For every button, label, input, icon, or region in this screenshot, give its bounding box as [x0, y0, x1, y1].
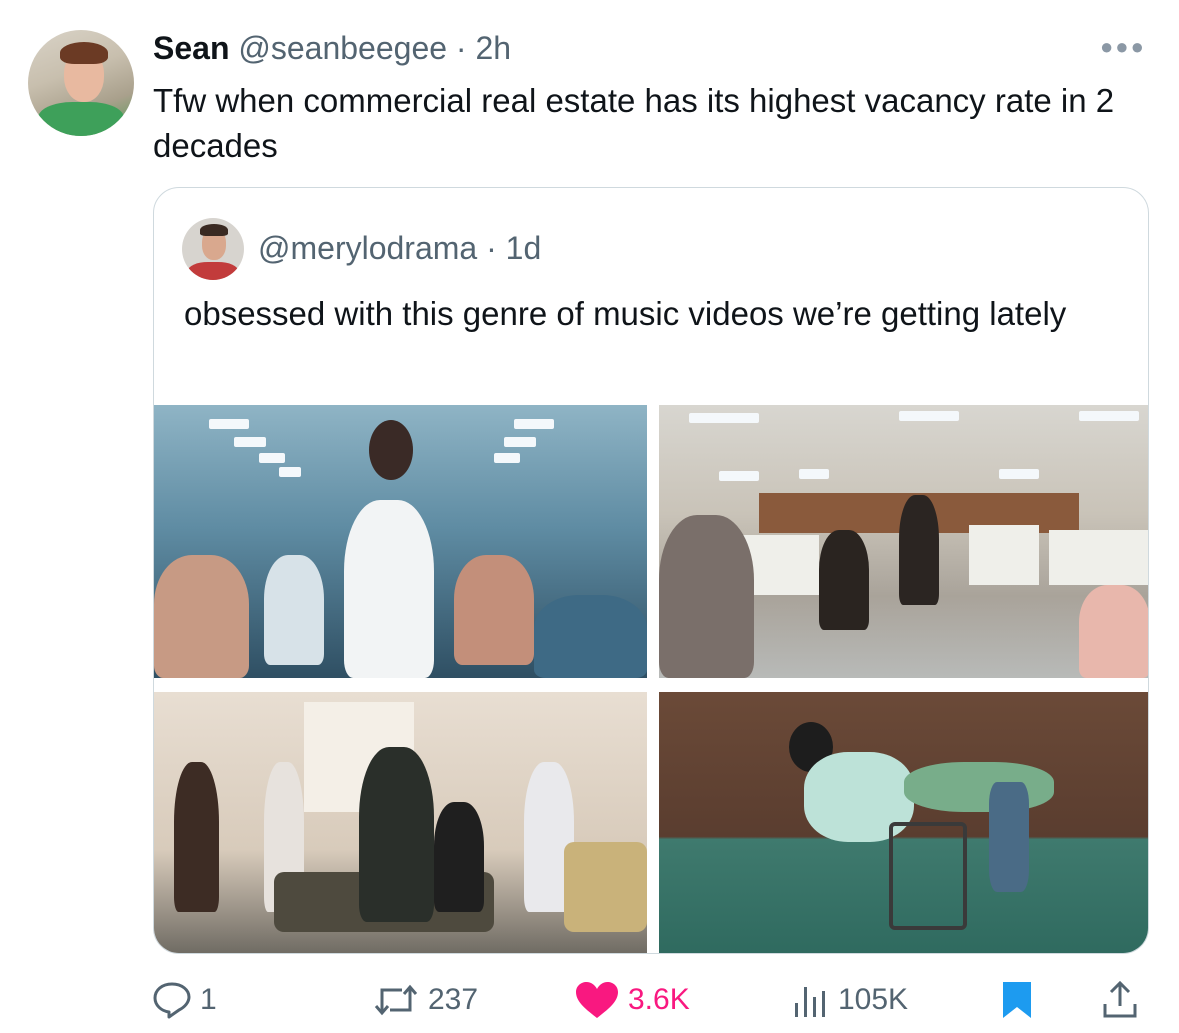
quoted-author-avatar[interactable]	[182, 218, 244, 280]
worker-figure	[659, 515, 754, 678]
ceiling-light	[209, 419, 249, 429]
dancer-figure	[264, 555, 324, 665]
like-count: 3.6K	[628, 983, 690, 1016]
like-button[interactable]: 3.6K	[574, 970, 690, 1030]
tweet-text: Tfw when commercial real estate has its …	[153, 82, 1115, 164]
bookmark-icon	[1003, 982, 1031, 1018]
media-image-4[interactable]	[659, 692, 1148, 953]
person-figure	[434, 802, 484, 912]
avatar-hair-shape	[60, 42, 108, 64]
views-count: 105K	[838, 983, 909, 1016]
tweet-header: Sean @seanbeegee · 2h	[153, 30, 511, 66]
heart-icon	[576, 982, 618, 1018]
ceiling-light	[799, 469, 829, 479]
quoted-tweet-text: obsessed with this genre of music videos…	[184, 295, 1067, 332]
ceiling-light	[1079, 411, 1139, 421]
person-figure	[174, 762, 219, 912]
ceiling-light	[689, 413, 759, 423]
lead-dancer-head	[369, 420, 413, 480]
cubicle-desk	[1049, 530, 1148, 585]
dancer-figure	[454, 555, 534, 665]
ceiling-light	[259, 453, 285, 463]
armchair	[564, 842, 647, 932]
worker-figure	[819, 530, 869, 630]
person-socks	[989, 782, 1029, 892]
cubicle-desk	[969, 525, 1039, 585]
bookmark-button[interactable]	[1000, 970, 1034, 1030]
ceiling-light	[899, 411, 959, 421]
ceiling-light	[279, 467, 301, 477]
media-image-1[interactable]	[154, 405, 647, 678]
lead-performer-figure	[359, 747, 434, 922]
share-button[interactable]	[1100, 970, 1140, 1030]
retweet-button[interactable]: 237	[372, 970, 478, 1030]
ceiling-light	[494, 453, 520, 463]
walking-figure	[899, 495, 939, 605]
reply-icon	[153, 982, 191, 1019]
ceiling-light	[719, 471, 759, 481]
media-grid	[154, 405, 1148, 953]
author-handle-time[interactable]: @seanbeegee · 2h	[238, 30, 511, 66]
tilted-chair	[889, 822, 967, 930]
person-legs	[904, 762, 1054, 812]
views-button[interactable]: 105K	[790, 970, 908, 1030]
media-image-2[interactable]	[659, 405, 1148, 678]
quoted-avatar-hair-shape	[200, 224, 228, 236]
lead-dancer-figure	[344, 500, 434, 678]
ceiling-light	[999, 469, 1039, 479]
dancer-figure	[154, 555, 249, 678]
ceiling-light	[234, 437, 266, 447]
share-icon	[1103, 980, 1137, 1018]
more-horizontal-icon[interactable]: ●●●	[1100, 34, 1146, 60]
retweet-count: 237	[428, 983, 479, 1016]
avatar-shirt-shape	[38, 102, 124, 136]
tweet-action-bar: 1 237 3.6K 105K	[0, 970, 1179, 1030]
quoted-avatar-shirt-shape	[188, 262, 238, 280]
ceiling-light	[504, 437, 536, 447]
office-chair	[534, 595, 647, 678]
author-name[interactable]: Sean	[153, 30, 229, 66]
author-avatar[interactable]	[28, 30, 134, 136]
views-icon	[795, 987, 825, 1017]
reply-button[interactable]: 1	[152, 970, 217, 1030]
ceiling-light	[514, 419, 554, 429]
quoted-tweet[interactable]: @merylodrama · 1d obsessed with this gen…	[153, 187, 1149, 954]
retweet-icon	[374, 984, 418, 1016]
reply-count: 1	[200, 983, 217, 1016]
worker-figure	[1079, 585, 1148, 678]
quoted-author-handle-time[interactable]: @merylodrama · 1d	[258, 230, 541, 266]
media-image-3[interactable]	[154, 692, 647, 953]
